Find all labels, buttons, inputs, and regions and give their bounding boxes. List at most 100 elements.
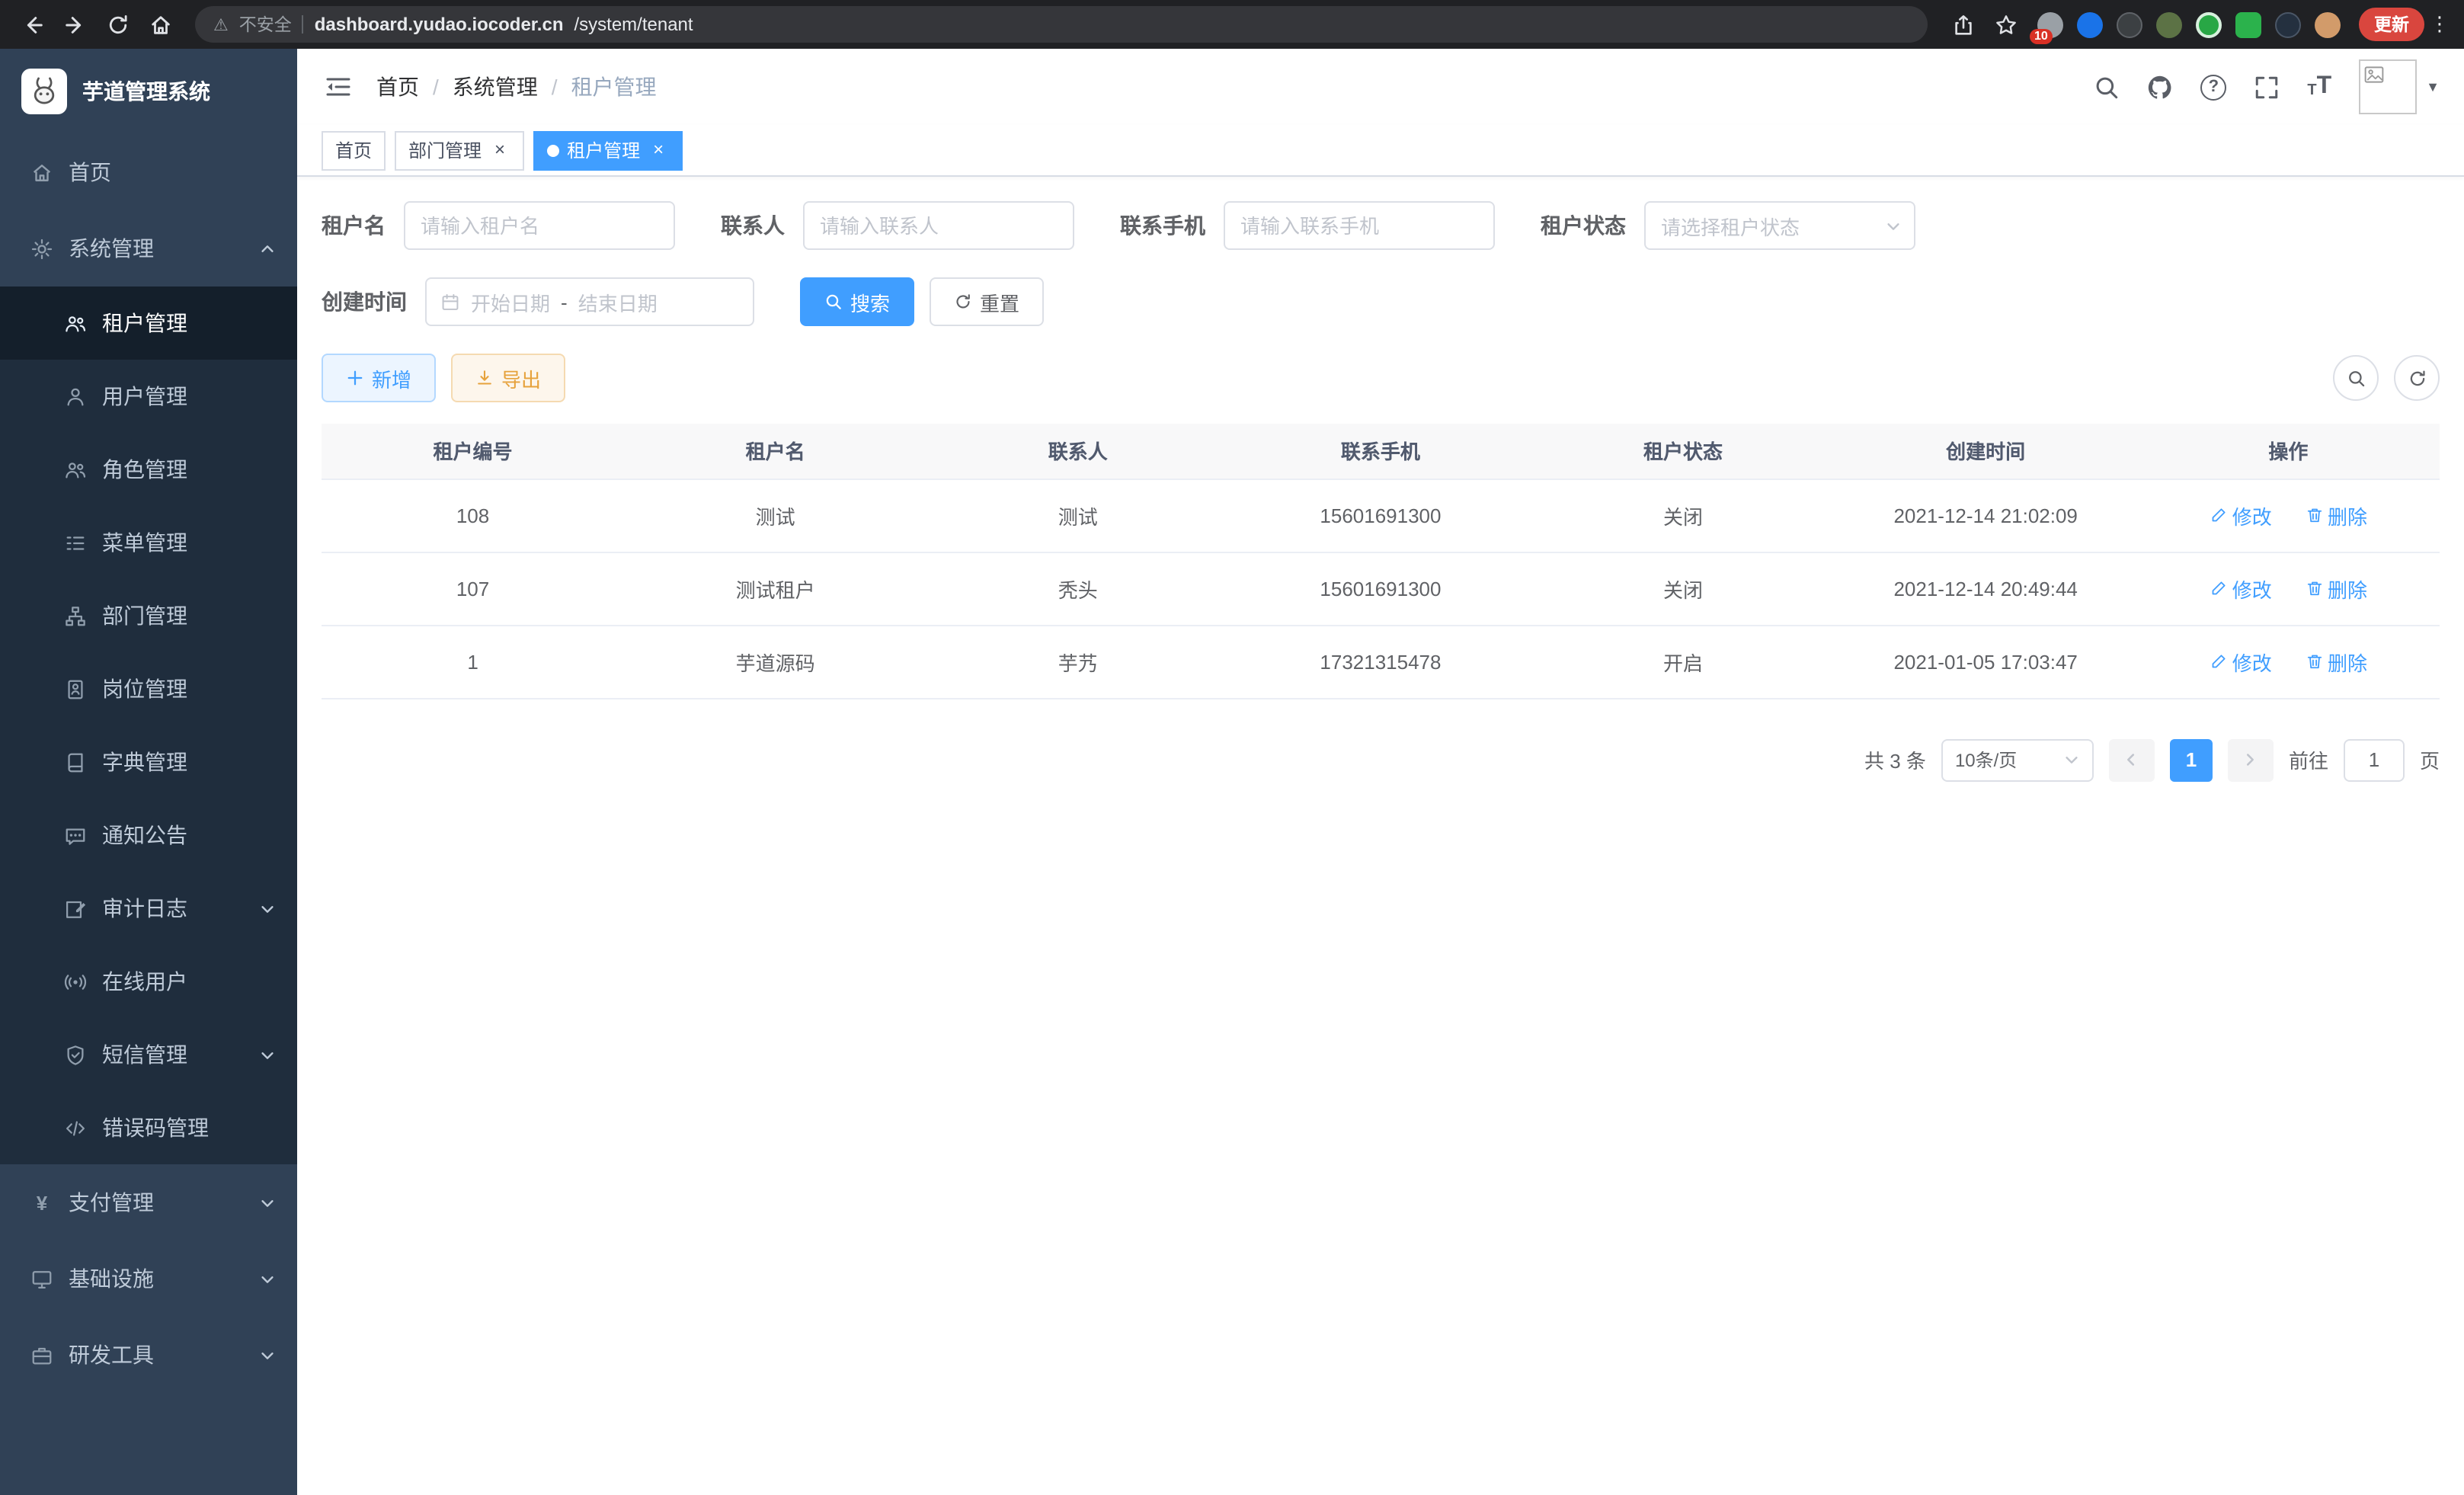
- extension-icon-2[interactable]: [2077, 11, 2103, 37]
- sidebar-item-tenant[interactable]: 租户管理: [0, 287, 297, 360]
- profile-avatar-icon[interactable]: [2315, 11, 2341, 37]
- tab-dept[interactable]: 部门管理 ×: [395, 130, 524, 170]
- plus-icon: [346, 369, 364, 387]
- roles-icon: [64, 458, 87, 481]
- chrome-update-button[interactable]: 更新: [2359, 8, 2424, 41]
- create-time-label: 创建时间: [322, 287, 407, 317]
- top-navbar: 首页 / 系统管理 / 租户管理 ?: [297, 49, 2464, 125]
- sidebar-item-role[interactable]: 角色管理: [0, 433, 297, 506]
- trash-icon: [2305, 652, 2323, 671]
- sidebar-group-audit-log[interactable]: 审计日志: [0, 872, 297, 945]
- github-icon[interactable]: [2147, 74, 2173, 100]
- add-button[interactable]: 新增: [322, 354, 436, 402]
- close-icon[interactable]: ×: [648, 139, 669, 161]
- sidebar-item-menu[interactable]: 菜单管理: [0, 506, 297, 579]
- col-actions: 操作: [2137, 424, 2440, 479]
- extension-icon-7[interactable]: [2275, 11, 2301, 37]
- sidebar-item-online-user[interactable]: 在线用户: [0, 945, 297, 1018]
- sidebar-item-dict[interactable]: 字典管理: [0, 725, 297, 799]
- sidebar-item-post[interactable]: 岗位管理: [0, 652, 297, 725]
- help-icon[interactable]: ?: [2200, 74, 2226, 100]
- delete-link[interactable]: 删除: [2305, 647, 2367, 676]
- forward-button[interactable]: [55, 5, 94, 44]
- edit-link[interactable]: 修改: [2210, 501, 2272, 530]
- tenant-table: 租户编号 租户名 联系人 联系手机 租户状态 创建时间 操作 108 测试: [322, 424, 2440, 699]
- chevron-down-icon: [259, 900, 276, 917]
- mobile-input[interactable]: [1224, 201, 1495, 250]
- extension-icon-3[interactable]: [2117, 11, 2142, 37]
- refresh-table-button[interactable]: [2394, 355, 2440, 401]
- back-button[interactable]: [12, 5, 52, 44]
- page-size-select[interactable]: 10条/页: [1941, 738, 2094, 781]
- briefcase-icon: [30, 1343, 53, 1366]
- sidebar-group-dev-tools[interactable]: 研发工具: [0, 1317, 297, 1393]
- col-status: 租户状态: [1532, 424, 1835, 479]
- sidebar-item-dept[interactable]: 部门管理: [0, 579, 297, 652]
- contact-input[interactable]: [803, 201, 1074, 250]
- font-size-icon[interactable]: TT: [2307, 75, 2331, 99]
- edit-link[interactable]: 修改: [2210, 647, 2272, 676]
- chevron-down-icon: [2063, 751, 2080, 768]
- header-search-icon[interactable]: [2094, 74, 2120, 100]
- page-content: 租户名 联系人 联系手机 租户状态 请选择租户状态: [297, 177, 2464, 1495]
- col-created: 创建时间: [1835, 424, 2137, 479]
- contact-label: 联系人: [721, 210, 785, 241]
- extension-icon-4[interactable]: [2156, 11, 2182, 37]
- online-signal-icon: [64, 970, 87, 993]
- prev-page-button[interactable]: [2109, 738, 2155, 781]
- user-menu[interactable]: ▼: [2359, 59, 2440, 114]
- fullscreen-icon[interactable]: [2254, 74, 2280, 100]
- sidebar-group-payment[interactable]: ¥ 支付管理: [0, 1164, 297, 1240]
- page-unit-label: 页: [2420, 745, 2440, 774]
- sidebar-group-infra[interactable]: 基础设施: [0, 1240, 297, 1317]
- breadcrumb-home[interactable]: 首页: [376, 72, 419, 102]
- avatar-broken-image: [2359, 59, 2417, 114]
- tab-home[interactable]: 首页: [322, 130, 386, 170]
- chevron-down-icon: [259, 1194, 276, 1211]
- extension-icon-5[interactable]: [2196, 11, 2222, 37]
- sidebar-item-home[interactable]: 首页: [0, 134, 297, 210]
- trash-icon: [2305, 506, 2323, 524]
- sidebar-group-sms[interactable]: 短信管理: [0, 1018, 297, 1091]
- extension-icon-6[interactable]: [2235, 11, 2261, 37]
- table-header-row: 租户编号 租户名 联系人 联系手机 租户状态 创建时间 操作: [322, 424, 2440, 479]
- edit-link[interactable]: 修改: [2210, 574, 2272, 603]
- trash-icon: [2305, 579, 2323, 597]
- delete-link[interactable]: 删除: [2305, 574, 2367, 603]
- extension-icon-1[interactable]: 10: [2037, 11, 2063, 37]
- create-time-range-picker[interactable]: 开始日期 - 结束日期: [425, 277, 754, 326]
- tenant-name-input[interactable]: [404, 201, 675, 250]
- tab-tenant[interactable]: 租户管理 ×: [533, 130, 683, 170]
- reload-button[interactable]: [98, 5, 137, 44]
- goto-page-input[interactable]: [2344, 738, 2405, 781]
- sidebar-group-system[interactable]: 系统管理: [0, 210, 297, 287]
- extension-badge: 10: [2030, 28, 2053, 43]
- sidebar-item-error-code[interactable]: 错误码管理: [0, 1091, 297, 1164]
- sidebar-toggle-icon[interactable]: [322, 70, 355, 104]
- delete-link[interactable]: 删除: [2305, 501, 2367, 530]
- code-icon: [64, 1116, 87, 1139]
- sidebar-item-user[interactable]: 用户管理: [0, 360, 297, 433]
- search-button[interactable]: 搜索: [800, 277, 914, 326]
- org-tree-icon: [64, 604, 87, 627]
- table-row: 107 测试租户 秃头 15601691300 关闭 2021-12-14 20…: [322, 552, 2440, 625]
- refresh-icon: [954, 293, 972, 311]
- address-bar[interactable]: ⚠ 不安全 dashboard.yudao.iocoder.cn/system/…: [195, 6, 1928, 43]
- bookmark-star-icon[interactable]: [1986, 5, 2025, 44]
- page-number-current[interactable]: 1: [2170, 738, 2213, 781]
- col-tenant-name: 租户名: [624, 424, 926, 479]
- status-select[interactable]: 请选择租户状态: [1644, 201, 1915, 250]
- browser-menu-icon[interactable]: ⋮: [2427, 17, 2452, 32]
- share-icon[interactable]: [1943, 5, 1982, 44]
- next-page-button[interactable]: [2228, 738, 2274, 781]
- tenant-name-label: 租户名: [322, 210, 386, 241]
- toggle-search-button[interactable]: [2333, 355, 2379, 401]
- home-button[interactable]: [140, 5, 180, 44]
- sidebar-item-notice[interactable]: 通知公告: [0, 799, 297, 872]
- breadcrumb-system[interactable]: 系统管理: [453, 72, 538, 102]
- app-logo-row[interactable]: 芋道管理系统: [0, 49, 297, 134]
- breadcrumb-current: 租户管理: [571, 72, 657, 102]
- export-button[interactable]: 导出: [451, 354, 565, 402]
- close-icon[interactable]: ×: [489, 139, 510, 161]
- reset-button[interactable]: 重置: [930, 277, 1044, 326]
